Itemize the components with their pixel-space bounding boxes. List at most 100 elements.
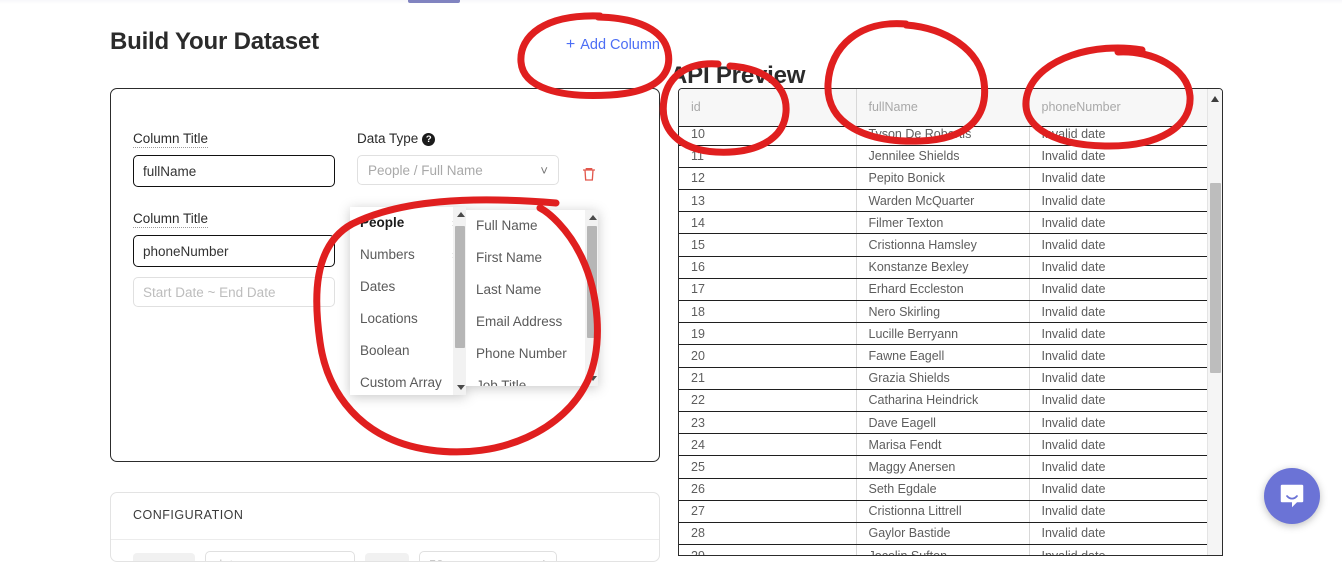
- dropdown-category-item[interactable]: Locations: [350, 303, 466, 335]
- trash-icon[interactable]: [581, 166, 597, 182]
- table-row: 14Filmer TextonInvalid date: [679, 212, 1208, 234]
- table-cell: Maggy Anersen: [856, 456, 1029, 478]
- table-cell: Jocelin Sufton: [856, 545, 1029, 556]
- api-name-value: data: [215, 557, 240, 562]
- table-cell: Invalid date: [1029, 478, 1208, 500]
- api-preview-panel: API Preview 10Tyson De RobertisInvalid d…: [670, 14, 1220, 542]
- scroll-up-icon[interactable]: [457, 212, 465, 217]
- api-preview-table-wrapper: 10Tyson De RobertisInvalid date11Jennile…: [678, 88, 1223, 556]
- dropdown-category-item[interactable]: Custom Array: [350, 367, 466, 395]
- column-title-input-1[interactable]: [133, 155, 335, 187]
- dropdown-submenu-label: Full Name: [476, 210, 538, 242]
- table-row: 15Cristionna HamsleyInvalid date: [679, 234, 1208, 256]
- dropdown-submenu-item[interactable]: Job Title: [466, 370, 598, 386]
- table-row: 27Cristionna LittrellInvalid date: [679, 500, 1208, 522]
- date-range-placeholder: Start Date ~ End Date: [143, 285, 275, 300]
- dropdown-category-label: Boolean: [360, 335, 410, 367]
- chat-bubble-icon: [1277, 481, 1307, 511]
- table-cell: Invalid date: [1029, 434, 1208, 456]
- table-cell: Invalid date: [1029, 411, 1208, 433]
- table-cell: Grazia Shields: [856, 367, 1029, 389]
- table-cell: Invalid date: [1029, 167, 1208, 189]
- table-row: 28Gaylor BastideInvalid date: [679, 522, 1208, 544]
- dropdown-submenu-pane[interactable]: Full NameFirst NameLast NameEmail Addres…: [466, 210, 598, 386]
- scroll-up-icon[interactable]: [589, 215, 597, 220]
- table-column-header[interactable]: phoneNumber: [1029, 89, 1208, 126]
- table-cell: 20: [679, 345, 856, 367]
- table-cell: 23: [679, 411, 856, 433]
- table-cell: 14: [679, 212, 856, 234]
- table-cell: Invalid date: [1029, 323, 1208, 345]
- table-cell: Konstanze Bexley: [856, 256, 1029, 278]
- table-row: 22Catharina HeindrickInvalid date: [679, 389, 1208, 411]
- dropdown-category-item[interactable]: Dates: [350, 271, 466, 303]
- table-scroll-viewport[interactable]: 10Tyson De RobertisInvalid date11Jennile…: [679, 89, 1208, 556]
- scrollbar-thumb[interactable]: [455, 226, 465, 348]
- dropdown-submenu-item[interactable]: Phone Number: [466, 338, 598, 370]
- scroll-up-icon[interactable]: [1211, 96, 1219, 102]
- dropdown-submenu-item[interactable]: Email Address: [466, 306, 598, 338]
- table-row: 12Pepito BonickInvalid date: [679, 167, 1208, 189]
- table-cell: Nero Skirling: [856, 301, 1029, 323]
- table-cell: 21: [679, 367, 856, 389]
- plus-icon: +: [566, 37, 575, 53]
- dropdown-submenu-label: Last Name: [476, 274, 541, 306]
- table-cell: Filmer Texton: [856, 212, 1029, 234]
- add-column-button[interactable]: + Add Column: [566, 37, 660, 53]
- table-cell: Invalid date: [1029, 256, 1208, 278]
- dropdown-submenu-scrollbar[interactable]: [585, 210, 598, 386]
- scrollbar-thumb[interactable]: [1210, 183, 1221, 373]
- date-range-input[interactable]: Start Date ~ End Date: [133, 277, 335, 307]
- table-row: 13Warden McQuarterInvalid date: [679, 190, 1208, 212]
- table-cell: Invalid date: [1029, 212, 1208, 234]
- dropdown-category-label: Custom Array: [360, 367, 442, 395]
- data-type-select-1[interactable]: People / Full Name ˅: [357, 155, 559, 185]
- chat-launcher-button[interactable]: [1264, 468, 1320, 524]
- help-icon[interactable]: ?: [422, 133, 435, 146]
- table-cell: Invalid date: [1029, 278, 1208, 300]
- scrollbar-thumb[interactable]: [587, 226, 597, 338]
- api-preview-table: 10Tyson De RobertisInvalid date11Jennile…: [679, 89, 1208, 556]
- table-cell: 13: [679, 190, 856, 212]
- rows-input[interactable]: 50 ˄: [419, 551, 557, 562]
- table-cell: Lucille Berryann: [856, 323, 1029, 345]
- data-type-dropdown[interactable]: People›Numbers›DatesLocationsBooleanCust…: [350, 207, 598, 395]
- table-row: 11Jennilee ShieldsInvalid date: [679, 145, 1208, 167]
- dropdown-submenu-label: Job Title: [476, 370, 526, 386]
- table-row: 23Dave EagellInvalid date: [679, 411, 1208, 433]
- table-header-row: idfullNamephoneNumber: [679, 89, 1208, 127]
- table-column-header[interactable]: fullName: [856, 89, 1029, 126]
- scroll-down-icon[interactable]: [589, 376, 597, 381]
- dropdown-categories-scrollbar[interactable]: [453, 207, 466, 395]
- column-title-label-2: Column Title: [133, 211, 335, 226]
- table-cell: 11: [679, 145, 856, 167]
- scroll-down-icon[interactable]: [457, 385, 465, 390]
- table-cell: 12: [679, 167, 856, 189]
- table-cell: 18: [679, 301, 856, 323]
- table-vertical-scrollbar[interactable]: [1207, 89, 1222, 555]
- table-cell: 26: [679, 478, 856, 500]
- api-name-input[interactable]: data: [205, 551, 355, 562]
- dropdown-submenu-item[interactable]: Last Name: [466, 274, 598, 306]
- dropdown-category-item[interactable]: Boolean: [350, 335, 466, 367]
- dropdown-submenu-item[interactable]: Full Name: [466, 210, 598, 242]
- dropdown-category-item[interactable]: People›: [350, 207, 466, 239]
- dropdown-categories-pane[interactable]: People›Numbers›DatesLocationsBooleanCust…: [350, 207, 466, 395]
- table-cell: 16: [679, 256, 856, 278]
- column-title-label-1: Column Title: [133, 131, 335, 146]
- dropdown-category-label: People: [360, 207, 404, 239]
- table-cell: Invalid date: [1029, 145, 1208, 167]
- column-title-input-2[interactable]: [133, 235, 335, 267]
- table-cell: Fawne Eagell: [856, 345, 1029, 367]
- api-preview-title: API Preview: [670, 62, 805, 90]
- table-cell: Invalid date: [1029, 545, 1208, 556]
- stepper-up-icon[interactable]: ˄: [541, 558, 547, 562]
- table-column-header[interactable]: id: [679, 89, 856, 126]
- column-config-row-1: Column Title Data Type? People / Full Na…: [133, 131, 597, 187]
- table-cell: Cristionna Hamsley: [856, 234, 1029, 256]
- table-cell: 19: [679, 323, 856, 345]
- dropdown-category-item[interactable]: Numbers›: [350, 239, 466, 271]
- table-row: 24Marisa FendtInvalid date: [679, 434, 1208, 456]
- table-row: 17Erhard EcclestonInvalid date: [679, 278, 1208, 300]
- dropdown-submenu-item[interactable]: First Name: [466, 242, 598, 274]
